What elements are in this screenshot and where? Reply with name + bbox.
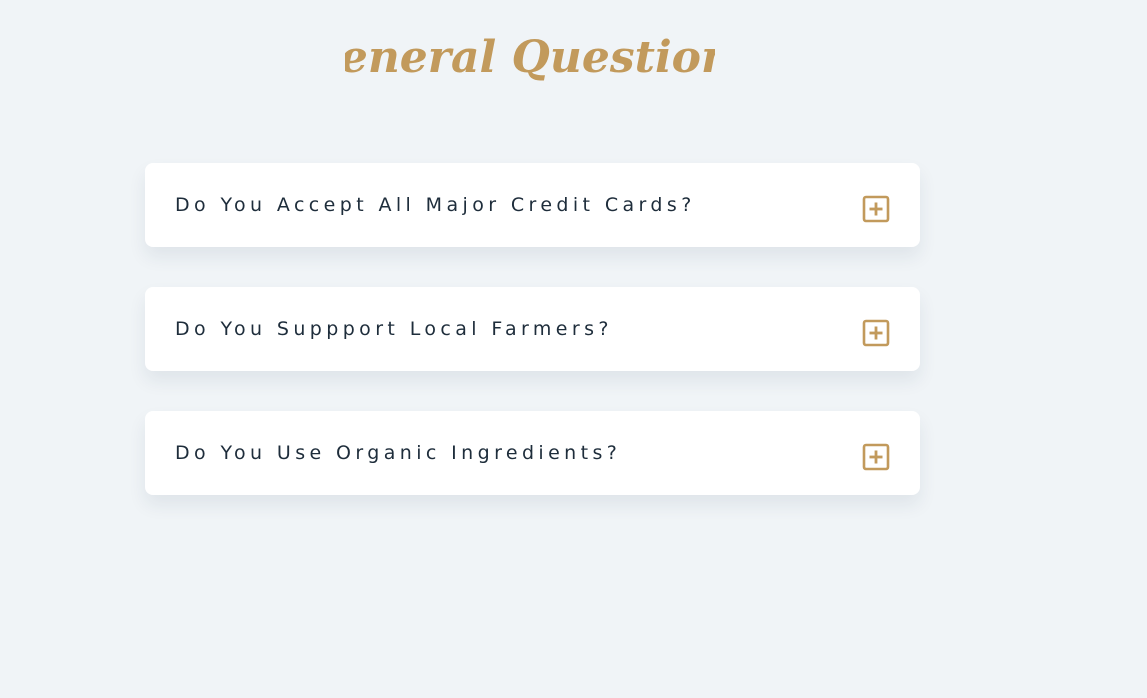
- faq-question: Do You Use Organic Ingredients?: [175, 442, 622, 464]
- page-title: General Questions: [345, 32, 715, 83]
- faq-list: Do You Accept All Major Credit Cards? Do…: [145, 163, 920, 535]
- faq-question: Do You Accept All Major Credit Cards?: [175, 194, 696, 216]
- faq-question: Do You Suppport Local Farmers?: [175, 318, 613, 340]
- faq-item-local-farmers[interactable]: Do You Suppport Local Farmers?: [145, 287, 920, 371]
- plus-square-icon[interactable]: [862, 443, 890, 471]
- page-title-text: General Questions: [345, 32, 715, 83]
- faq-item-credit-cards[interactable]: Do You Accept All Major Credit Cards?: [145, 163, 920, 247]
- plus-square-icon[interactable]: [862, 319, 890, 347]
- plus-square-icon[interactable]: [862, 195, 890, 223]
- faq-item-organic-ingredients[interactable]: Do You Use Organic Ingredients?: [145, 411, 920, 495]
